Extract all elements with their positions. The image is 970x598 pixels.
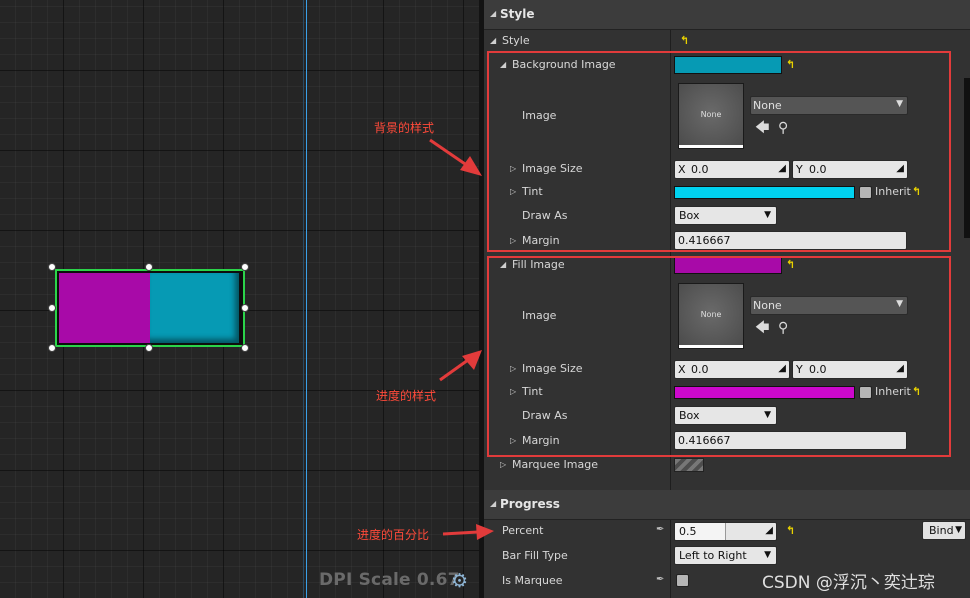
- annotation-box-fill: [487, 256, 951, 457]
- watermark: CSDN @浮沉丶奕辻琮: [762, 573, 935, 593]
- style-label: Style: [502, 34, 530, 47]
- bind-pin-icon[interactable]: ✒: [656, 574, 664, 585]
- annotation-progress-percent: 进度的百分比: [357, 528, 430, 542]
- bar-fill-type-value: Left to Right: [679, 549, 747, 562]
- resize-handle-bottom[interactable]: [145, 344, 153, 352]
- scrollbar[interactable]: [964, 78, 970, 238]
- progress-bar-widget[interactable]: [55, 269, 245, 347]
- drag-corner-icon: ◢: [765, 525, 773, 536]
- expand-triangle-icon[interactable]: ▷: [500, 460, 506, 469]
- category-title: Progress: [500, 497, 560, 511]
- bar-fill-type-dropdown[interactable]: Left to Right ▼: [674, 546, 777, 565]
- annotation-box-background: [487, 51, 951, 252]
- marquee-image-preview[interactable]: [674, 458, 704, 472]
- resize-handle-top-left[interactable]: [48, 263, 56, 271]
- bar-fill-type-label: Bar Fill Type: [502, 549, 568, 562]
- percent-label: Percent: [502, 524, 544, 537]
- annotation-background-style: 背景的样式: [374, 121, 435, 135]
- resize-handle-right[interactable]: [241, 304, 249, 312]
- progress-fill: [59, 273, 150, 343]
- collapse-triangle-icon[interactable]: ◢: [490, 499, 496, 508]
- marquee-image-label: Marquee Image: [512, 458, 598, 471]
- category-progress[interactable]: ◢ Progress: [484, 490, 970, 520]
- guide-line: [303, 0, 304, 598]
- designer-canvas[interactable]: DPI Scale 0.67 ⚙: [0, 0, 479, 598]
- dpi-scale-label: DPI Scale 0.67: [319, 570, 460, 590]
- bind-label: Bind: [929, 524, 954, 537]
- collapse-triangle-icon[interactable]: ◢: [490, 36, 496, 45]
- resize-handle-top[interactable]: [145, 263, 153, 271]
- reset-to-default-icon[interactable]: ↰: [680, 34, 689, 47]
- chevron-down-icon: ▼: [955, 525, 962, 535]
- category-style[interactable]: ◢ Style: [484, 0, 970, 30]
- chevron-down-icon: ▼: [764, 550, 771, 560]
- bind-button[interactable]: Bind ▼: [922, 521, 966, 540]
- percent-value: 0.5: [679, 525, 697, 538]
- progress-background: [150, 273, 239, 343]
- reset-to-default-icon[interactable]: ↰: [786, 524, 795, 537]
- resize-handle-bottom-left[interactable]: [48, 344, 56, 352]
- is-marquee-checkbox[interactable]: [676, 574, 689, 587]
- is-marquee-label: Is Marquee: [502, 574, 563, 587]
- category-title: Style: [500, 7, 535, 21]
- annotation-progress-style: 进度的样式: [376, 389, 437, 403]
- gear-icon[interactable]: ⚙: [451, 572, 468, 591]
- bind-pin-icon[interactable]: ✒: [656, 524, 664, 535]
- resize-handle-top-right[interactable]: [241, 263, 249, 271]
- guide-line-highlight: [306, 0, 307, 598]
- collapse-triangle-icon[interactable]: ◢: [490, 9, 496, 18]
- resize-handle-bottom-right[interactable]: [241, 344, 249, 352]
- resize-handle-left[interactable]: [48, 304, 56, 312]
- percent-slider[interactable]: 0.5 ◢: [674, 522, 777, 541]
